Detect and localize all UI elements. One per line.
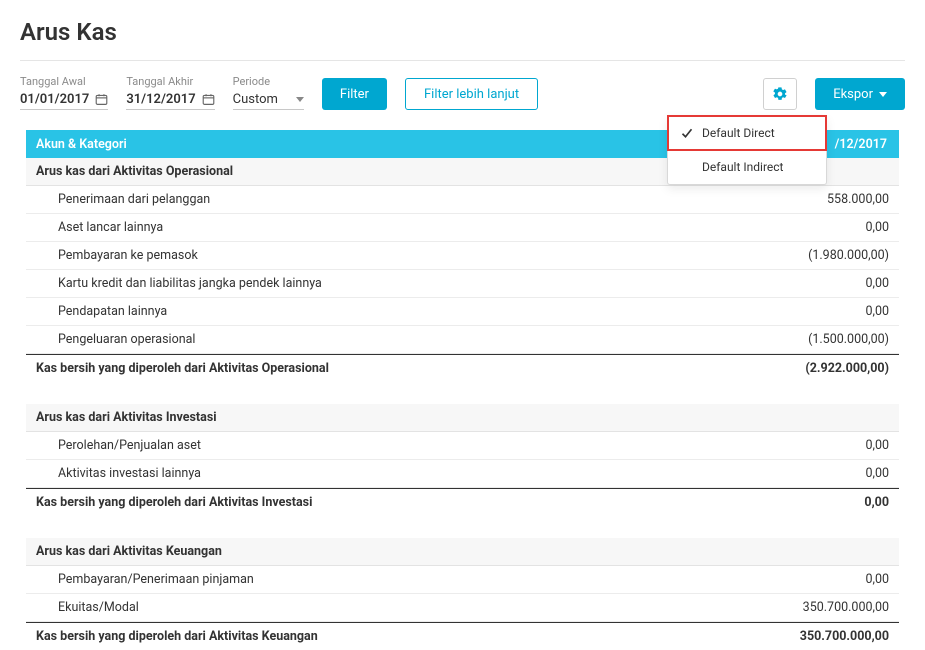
table-row: Pembayaran/Penerimaan pinjaman0,00	[26, 566, 899, 594]
settings-dropdown-item[interactable]: Default Direct	[668, 116, 826, 150]
filter-button[interactable]: Filter	[322, 78, 387, 110]
total-label: Kas bersih yang diperoleh dari Aktivitas…	[36, 495, 729, 510]
section-total: Kas bersih yang diperoleh dari Aktivitas…	[26, 622, 899, 650]
end-date-input[interactable]: 31/12/2017	[126, 92, 214, 110]
table-row: Kartu kredit dan liabilitas jangka pende…	[26, 270, 899, 298]
row-label: Pembayaran/Penerimaan pinjaman	[36, 572, 729, 587]
period-label: Periode	[233, 75, 304, 88]
section-total: Kas bersih yang diperoleh dari Aktivitas…	[26, 488, 899, 516]
table-row: Aktivitas investasi lainnya0,00	[26, 460, 899, 488]
end-date-label: Tanggal Akhir	[126, 75, 214, 88]
row-value: 0,00	[729, 438, 889, 453]
row-value: 0,00	[729, 304, 889, 319]
row-value: 0,00	[729, 276, 889, 291]
row-value: 350.700.000,00	[729, 600, 889, 615]
row-label: Pembayaran ke pemasok	[36, 248, 729, 263]
section-gap	[26, 382, 899, 404]
check-icon	[681, 127, 693, 139]
section-total: Kas bersih yang diperoleh dari Aktivitas…	[26, 354, 899, 382]
table-row: Pendapatan lainnya0,00	[26, 298, 899, 326]
export-button[interactable]: Ekspor	[815, 78, 905, 110]
settings-dropdown: Default Direct Default Indirect	[667, 115, 827, 185]
table-row: Pembayaran ke pemasok(1.980.000,00)	[26, 242, 899, 270]
table-row: Ekuitas/Modal350.700.000,00	[26, 594, 899, 622]
end-date-value: 31/12/2017	[126, 92, 195, 107]
settings-button[interactable]	[763, 78, 797, 110]
row-value: (1.980.000,00)	[729, 248, 889, 263]
page-title: Arus Kas	[20, 18, 905, 46]
total-value: (2.922.000,00)	[729, 361, 889, 376]
period-value: Custom	[233, 92, 278, 107]
divider	[20, 60, 905, 61]
row-label: Pengeluaran operasional	[36, 332, 729, 347]
table-row: Penerimaan dari pelanggan558.000,00	[26, 186, 899, 214]
export-label: Ekspor	[833, 87, 873, 102]
row-label: Aset lancar lainnya	[36, 220, 729, 235]
chevron-down-icon	[879, 92, 887, 97]
row-value: 558.000,00	[729, 192, 889, 207]
row-label: Penerimaan dari pelanggan	[36, 192, 729, 207]
section-title: Arus kas dari Aktivitas Investasi	[26, 404, 899, 432]
table-row: Pengeluaran operasional(1.500.000,00)	[26, 326, 899, 354]
dropdown-item-label: Default Direct	[702, 126, 775, 140]
toolbar: Tanggal Awal 01/01/2017 Tanggal Akhir 31…	[20, 75, 905, 110]
start-date-input[interactable]: 01/01/2017	[20, 92, 108, 110]
chevron-down-icon	[296, 97, 304, 102]
total-label: Kas bersih yang diperoleh dari Aktivitas…	[36, 629, 729, 644]
cashflow-table: Akun & Kategori /12/2017 Arus kas dari A…	[26, 130, 899, 650]
start-date-label: Tanggal Awal	[20, 75, 108, 88]
row-label: Perolehan/Penjualan aset	[36, 438, 729, 453]
row-label: Kartu kredit dan liabilitas jangka pende…	[36, 276, 729, 291]
row-label: Ekuitas/Modal	[36, 600, 729, 615]
calendar-icon	[202, 93, 215, 106]
row-value: 0,00	[729, 220, 889, 235]
row-value: (1.500.000,00)	[729, 332, 889, 347]
dropdown-item-label: Default Indirect	[702, 160, 783, 174]
header-account: Akun & Kategori	[26, 137, 759, 152]
check-slot	[680, 127, 694, 139]
advanced-filter-button[interactable]: Filter lebih lanjut	[405, 78, 538, 110]
section-title: Arus kas dari Aktivitas Keuangan	[26, 538, 899, 566]
table-row: Aset lancar lainnya0,00	[26, 214, 899, 242]
section-gap	[26, 516, 899, 538]
start-date-value: 01/01/2017	[20, 92, 89, 107]
row-value: 0,00	[729, 572, 889, 587]
settings-dropdown-item[interactable]: Default Indirect	[668, 150, 826, 184]
total-value: 350.700.000,00	[729, 629, 889, 644]
row-label: Aktivitas investasi lainnya	[36, 466, 729, 481]
total-value: 0,00	[729, 495, 889, 510]
total-label: Kas bersih yang diperoleh dari Aktivitas…	[36, 361, 729, 376]
calendar-icon	[95, 93, 108, 106]
period-select[interactable]: Custom	[233, 92, 304, 110]
table-row: Perolehan/Penjualan aset0,00	[26, 432, 899, 460]
gear-icon	[772, 86, 788, 102]
row-value: 0,00	[729, 466, 889, 481]
row-label: Pendapatan lainnya	[36, 304, 729, 319]
